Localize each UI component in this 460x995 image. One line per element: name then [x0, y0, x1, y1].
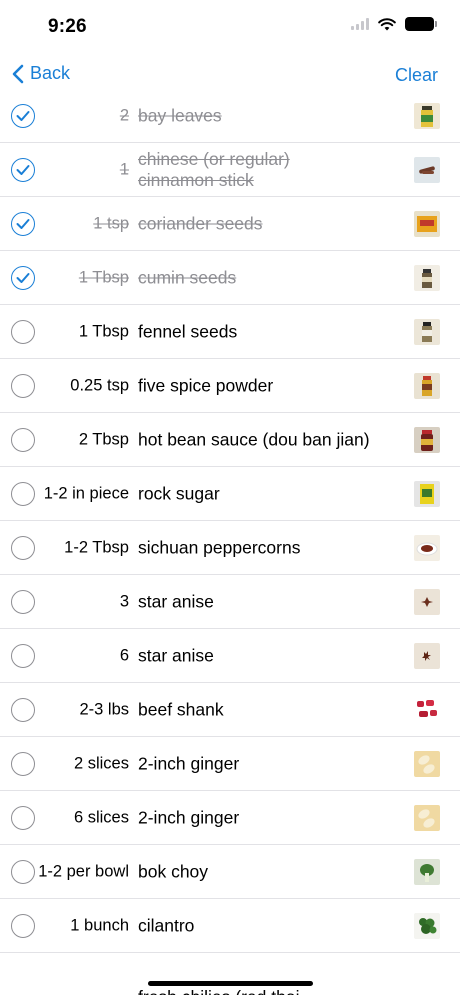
ingredient-thumbnail [414, 697, 440, 723]
clear-button[interactable]: Clear [395, 65, 438, 86]
ingredient-name: five spice powder [138, 375, 274, 396]
ingredient-name: 2-inch ginger [138, 807, 240, 828]
ingredient-thumbnail [414, 265, 440, 291]
status-bar: 9:26 [0, 0, 460, 54]
ingredient-name-line1: chinese (or regular) [138, 149, 290, 169]
checkbox-unchecked[interactable] [11, 590, 35, 614]
ingredient-name-partial: fresh chilies (red thai [138, 987, 299, 995]
ingredient-name: chinese (or regular) cinnamon stick [138, 149, 290, 191]
checkbox-checked[interactable] [11, 266, 35, 290]
ingredient-list: 2 bay leaves 1 chinese (or regular) cinn… [0, 89, 460, 953]
ingredient-name: rock sugar [138, 483, 220, 504]
ingredient-name: bay leaves [138, 105, 222, 126]
ingredient-thumbnail [414, 211, 440, 237]
ingredient-name: bok choy [138, 861, 209, 882]
ingredient-name: cumin seeds [138, 267, 237, 288]
checkbox-checked[interactable] [11, 158, 35, 182]
ingredient-quantity: 6 [119, 646, 129, 665]
checkbox-unchecked[interactable] [11, 698, 35, 722]
ingredient-thumbnail [414, 373, 440, 399]
ingredient-thumbnail [414, 805, 440, 831]
checkbox-unchecked[interactable] [11, 428, 35, 452]
battery-icon [405, 17, 437, 31]
ingredient-row[interactable]: 1-2 per bowl bok choy [0, 845, 460, 899]
ingredient-thumbnail [414, 481, 440, 507]
status-icons [351, 17, 437, 31]
checkbox-unchecked[interactable] [11, 806, 35, 830]
ingredient-name: sichuan peppercorns [138, 537, 301, 558]
ingredient-quantity: 1 bunch [70, 916, 129, 935]
back-button-label: Back [30, 63, 71, 83]
ingredient-row[interactable]: 1 Tbsp cumin seeds [0, 251, 460, 305]
ingredient-row[interactable]: 6 star anise [0, 629, 460, 683]
ingredient-quantity: 1 tsp [93, 214, 129, 233]
ingredient-thumbnail [414, 589, 440, 615]
ingredient-name-line2: cinnamon stick [138, 170, 254, 190]
ingredient-name: beef shank [138, 699, 224, 720]
checkmark-icon [16, 273, 30, 283]
ingredient-quantity: 2-3 lbs [79, 700, 129, 719]
ingredient-name: cilantro [138, 915, 195, 936]
home-indicator[interactable] [148, 981, 313, 986]
ingredient-quantity: 3 [119, 592, 129, 611]
ingredient-quantity: 2 Tbsp [78, 430, 129, 449]
checkbox-unchecked[interactable] [11, 752, 35, 776]
checkmark-icon [16, 165, 30, 175]
ingredient-row[interactable]: 2-3 lbs beef shank [0, 683, 460, 737]
ingredient-quantity: 1-2 per bowl [38, 862, 129, 881]
ingredient-thumbnail [414, 103, 440, 129]
ingredient-quantity: 6 slices [73, 808, 129, 827]
ingredient-name: coriander seeds [138, 213, 263, 234]
ingredient-row[interactable]: 1-2 in piece rock sugar [0, 467, 460, 521]
ingredient-row[interactable]: 2 Tbsp hot bean sauce (dou ban jian) [0, 413, 460, 467]
ingredient-thumbnail [414, 913, 440, 939]
ingredient-thumbnail [414, 157, 440, 183]
ingredient-thumbnail [414, 319, 440, 345]
ingredient-row[interactable]: 1 tsp coriander seeds [0, 197, 460, 251]
ingredient-name: star anise [138, 645, 214, 666]
ingredient-name: 2-inch ginger [138, 753, 240, 774]
ingredient-quantity: 1-2 Tbsp [64, 538, 129, 557]
ingredient-quantity: 1 [119, 160, 129, 179]
checkbox-unchecked[interactable] [11, 320, 35, 344]
ingredient-row[interactable]: 1 bunch cilantro [0, 899, 460, 953]
checkbox-checked[interactable] [11, 212, 35, 236]
status-time: 9:26 [48, 16, 87, 37]
ingredient-row[interactable]: 3 star anise [0, 575, 460, 629]
ingredient-quantity: 1-2 in piece [43, 484, 129, 503]
ingredient-row[interactable]: 0.25 tsp five spice powder [0, 359, 460, 413]
ingredient-row[interactable]: 6 slices 2-inch ginger [0, 791, 460, 845]
checkbox-checked[interactable] [11, 104, 35, 128]
ingredient-thumbnail [414, 643, 440, 669]
checkbox-unchecked[interactable] [11, 860, 35, 884]
back-button[interactable]: Back [12, 63, 70, 84]
ingredient-thumbnail [414, 427, 440, 453]
ingredient-row[interactable]: 1-2 Tbsp sichuan peppercorns [0, 521, 460, 575]
ingredient-quantity: 1 Tbsp [78, 322, 129, 341]
checkbox-unchecked[interactable] [11, 914, 35, 938]
ingredient-quantity: 2 [119, 106, 129, 125]
ingredient-name: hot bean sauce (dou ban jian) [138, 429, 370, 450]
ingredient-quantity: 1 Tbsp [78, 268, 129, 287]
checkbox-unchecked[interactable] [11, 536, 35, 560]
ingredient-thumbnail [414, 751, 440, 777]
ingredient-row[interactable]: 1 Tbsp fennel seeds [0, 305, 460, 359]
checkbox-unchecked[interactable] [11, 482, 35, 506]
wifi-icon [378, 17, 396, 30]
checkbox-unchecked[interactable] [11, 374, 35, 398]
cellular-signal-icon [351, 18, 369, 30]
ingredient-row[interactable]: 1 chinese (or regular) cinnamon stick [0, 143, 460, 197]
ingredient-name: fennel seeds [138, 321, 238, 342]
ingredient-row[interactable]: 2 bay leaves [0, 89, 460, 143]
checkbox-unchecked[interactable] [11, 644, 35, 668]
ingredient-row[interactable]: 2 slices 2-inch ginger [0, 737, 460, 791]
ingredient-thumbnail [414, 859, 440, 885]
checkmark-icon [16, 219, 30, 229]
chevron-left-icon [12, 64, 24, 83]
ingredient-quantity: 2 slices [73, 754, 129, 773]
ingredient-quantity: 0.25 tsp [70, 376, 129, 395]
checkmark-icon [16, 111, 30, 121]
ingredient-thumbnail [414, 535, 440, 561]
ingredient-name: star anise [138, 591, 214, 612]
